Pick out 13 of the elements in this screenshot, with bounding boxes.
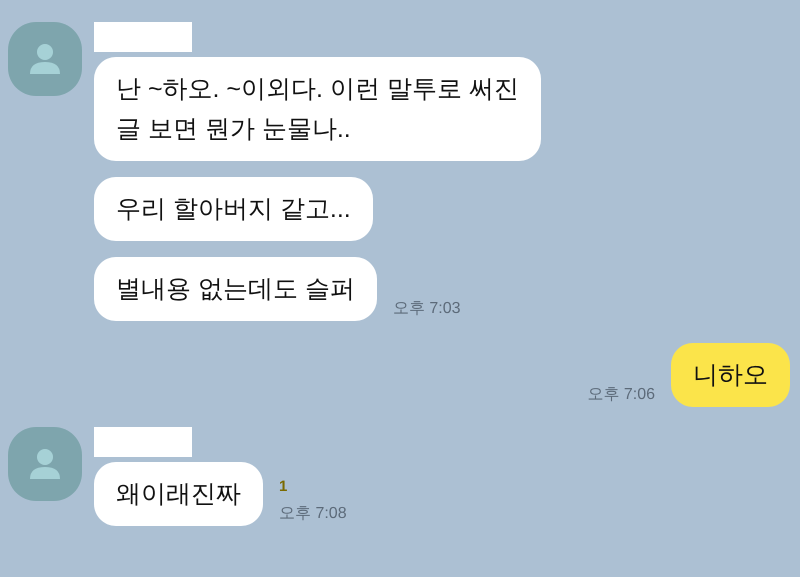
avatar[interactable]	[8, 22, 82, 96]
message-time: 오후 7:08	[279, 504, 347, 524]
unread-count: 1	[279, 479, 288, 494]
person-icon	[29, 44, 61, 74]
person-icon	[29, 449, 61, 479]
message-bubble: 우리 할아버지 같고...	[94, 177, 373, 241]
message-bubble: 니하오	[671, 343, 790, 407]
message-time: 오후 7:06	[587, 385, 655, 405]
message-bubble: 왜이래진짜	[94, 462, 263, 526]
message-bubble: 별내용 없는데도 슬퍼	[94, 257, 377, 321]
message-time: 오후 7:03	[392, 299, 460, 319]
message-bubble: 난 ~하오. ~이외다. 이런 말투로 써진 글 보면 뭔가 눈물나..	[94, 57, 541, 161]
avatar[interactable]	[8, 427, 82, 501]
